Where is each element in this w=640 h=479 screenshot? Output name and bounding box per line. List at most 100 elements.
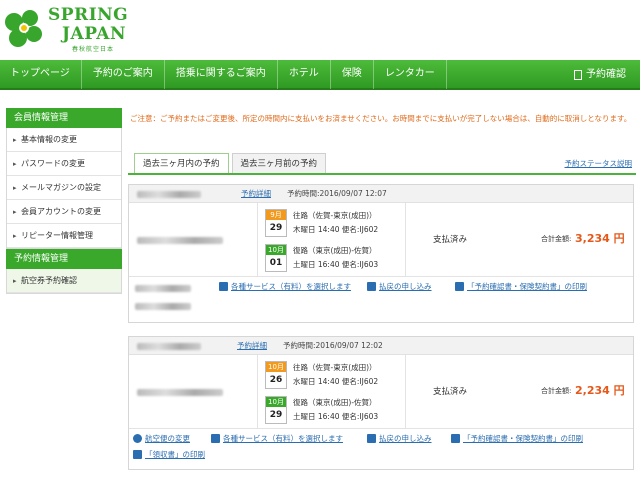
sidebar: 会員情報管理 基本情報の変更 パスワードの変更 メールマガジンの設定 会員アカウ… [6, 108, 122, 294]
redacted-booking-number [137, 343, 201, 350]
redacted-passenger-name [137, 237, 223, 244]
sidebar-item-password[interactable]: パスワードの変更 [7, 152, 121, 176]
total-label: 合計金額: [541, 387, 572, 395]
nav-item-hotel[interactable]: ホテル [278, 59, 331, 89]
outbound-month: 9月 [266, 210, 286, 220]
print-icon [455, 282, 464, 291]
print-receipt-label: 「領収書」の印刷 [145, 450, 205, 459]
outbound-time: 木曜日 14:40 便名:IJ602 [293, 225, 379, 234]
return-time: 土曜日 16:40 便名:IJ603 [293, 260, 379, 269]
refund-icon [367, 434, 376, 443]
sidebar-item-mail-magazine[interactable]: メールマガジンの設定 [7, 176, 121, 200]
print-confirmation-label: 「予約確認書・保険契約書」の印刷 [463, 434, 583, 443]
refund-icon [367, 282, 376, 291]
refund-request-label: 払戻の申し込み [379, 282, 432, 291]
print-confirmation-link[interactable]: 「予約確認書・保険契約書」の印刷 [451, 433, 583, 444]
booking-time: 予約時間:2016/09/07 12:02 [283, 341, 383, 350]
tab-within-three-months[interactable]: 過去三ヶ月内の予約 [134, 153, 229, 173]
return-flight: 10月 01 復路（東京(成田)-佐賀） 土曜日 16:40 便名:IJ603 [265, 244, 405, 274]
nav-item-insurance[interactable]: 保険 [331, 59, 374, 89]
sidebar-item-repeater[interactable]: リピーター情報管理 [7, 224, 121, 248]
outbound-flight: 9月 29 往路（佐賀-東京(成田)） 木曜日 14:40 便名:IJ602 [265, 209, 405, 239]
brand-name-line2: JAPAN [62, 24, 127, 44]
change-flight-icon [133, 434, 142, 443]
brand-wordmark[interactable]: SPRING JAPAN 春秋航空日本 [48, 5, 129, 54]
outbound-date-badge: 10月 26 [265, 361, 287, 389]
sidebar-item-ticket-confirm[interactable]: 航空券予約確認 [7, 269, 121, 293]
change-flight-link[interactable]: 航空便の変更 [133, 433, 190, 444]
change-flight-label: 航空便の変更 [145, 434, 190, 443]
return-flight: 10月 29 復路（東京(成田)-佐賀） 土曜日 16:40 便名:IJ603 [265, 396, 405, 426]
sidebar-booking-list: 航空券予約確認 [6, 269, 122, 294]
tab-before-three-months[interactable]: 過去三ヶ月前の予約 [231, 153, 327, 173]
outbound-flight: 10月 26 往路（佐賀-東京(成田)） 水曜日 14:40 便名:IJ602 [265, 361, 405, 391]
receipt-icon [133, 450, 142, 459]
outbound-date-badge: 9月 29 [265, 209, 287, 237]
select-services-link[interactable]: 各種サービス（有料）を選択します [211, 433, 343, 444]
booking-card-body: 9月 29 往路（佐賀-東京(成田)） 木曜日 14:40 便名:IJ602 1… [129, 203, 633, 277]
redacted-booking-number [137, 191, 201, 198]
select-services-label: 各種サービス（有料）を選択します [223, 434, 343, 443]
booking-card-body: 10月 26 往路（佐賀-東京(成田)） 水曜日 14:40 便名:IJ602 … [129, 355, 633, 429]
refund-request-link[interactable]: 払戻の申し込み [367, 281, 432, 292]
sidebar-item-basic-info[interactable]: 基本情報の変更 [7, 128, 121, 152]
select-services-label: 各種サービス（有料）を選択します [231, 282, 351, 291]
status-explanation-link[interactable]: 予約ステータス説明 [565, 158, 633, 169]
sidebar-item-account[interactable]: 会員アカウントの変更 [7, 200, 121, 224]
booking-detail-link[interactable]: 予約詳細 [237, 337, 267, 355]
sidebar-member-list: 基本情報の変更 パスワードの変更 メールマガジンの設定 会員アカウントの変更 リ… [6, 128, 122, 249]
payment-status: 支払済み [433, 235, 468, 245]
nav-booking-confirm[interactable]: 予約確認 [574, 60, 626, 90]
site-header: SPRING JAPAN 春秋航空日本 [0, 0, 640, 60]
print-receipt-link[interactable]: 「領収書」の印刷 [133, 449, 205, 460]
spring-japan-logo-icon[interactable] [0, 4, 46, 54]
sidebar-section-booking: 予約情報管理 [6, 249, 122, 269]
total-label: 合計金額: [541, 235, 572, 243]
booking-tabs: 過去三ヶ月内の予約 過去三ヶ月前の予約 [134, 153, 329, 173]
outbound-route: 往路（佐賀-東京(成田)） [293, 363, 377, 372]
return-date-badge: 10月 01 [265, 244, 287, 272]
nav-item-top[interactable]: トップページ [0, 59, 82, 89]
sidebar-section-member: 会員情報管理 [6, 108, 122, 128]
return-day: 01 [269, 258, 283, 268]
main-nav: トップページ 予約のご案内 搭乗に関するご案内 ホテル 保険 レンタカー 予約確… [0, 59, 640, 90]
brand-name-line1: SPRING [48, 5, 129, 25]
return-time: 土曜日 16:40 便名:IJ603 [293, 412, 379, 421]
payment-notice: ご注意：ご予約またはご変更後、所定の時間内に支払いをお済ませください。お時間まで… [130, 114, 632, 123]
nav-item-booking-guide[interactable]: 予約のご案内 [82, 59, 165, 89]
redacted-action [135, 285, 191, 292]
outbound-route: 往路（佐賀-東京(成田)） [293, 211, 377, 220]
select-services-link[interactable]: 各種サービス（有料）を選択します [219, 281, 351, 292]
booking-card-header: 予約詳細 予約時間:2016/09/07 12:07 [129, 185, 633, 203]
document-icon [574, 70, 582, 80]
tab-divider [128, 173, 636, 175]
booking-card: 予約詳細 予約時間:2016/09/07 12:02 10月 26 往路（佐賀-… [128, 336, 634, 470]
outbound-day: 29 [269, 223, 283, 233]
return-month: 10月 [266, 245, 286, 255]
print-icon [451, 434, 460, 443]
payment-status: 支払済み [433, 387, 468, 397]
refund-request-label: 払戻の申し込み [379, 434, 432, 443]
nav-item-rentacar[interactable]: レンタカー [374, 59, 447, 89]
booking-detail-link[interactable]: 予約詳細 [241, 185, 271, 203]
redacted-action [135, 303, 191, 310]
outbound-time: 水曜日 14:40 便名:IJ602 [293, 377, 379, 386]
nav-item-boarding-guide[interactable]: 搭乗に関するご案内 [165, 59, 278, 89]
outbound-day: 26 [269, 375, 283, 385]
return-day: 29 [269, 410, 283, 420]
booking-card: 予約詳細 予約時間:2016/09/07 12:07 9月 29 往路（佐賀-東… [128, 184, 634, 323]
return-date-badge: 10月 29 [265, 396, 287, 424]
refund-request-link[interactable]: 払戻の申し込み [367, 433, 432, 444]
print-confirmation-label: 「予約確認書・保険契約書」の印刷 [467, 282, 587, 291]
booking-card-header: 予約詳細 予約時間:2016/09/07 12:02 [129, 337, 633, 355]
return-month: 10月 [266, 397, 286, 407]
return-route: 復路（東京(成田)-佐賀） [293, 398, 377, 407]
booking-time: 予約時間:2016/09/07 12:07 [287, 189, 387, 198]
service-icon [211, 434, 220, 443]
service-icon [219, 282, 228, 291]
redacted-passenger-name [137, 389, 223, 396]
brand-subtitle: 春秋航空日本 [72, 46, 115, 53]
print-confirmation-link[interactable]: 「予約確認書・保険契約書」の印刷 [455, 281, 587, 292]
return-route: 復路（東京(成田)-佐賀） [293, 246, 377, 255]
nav-booking-confirm-label: 予約確認 [586, 69, 626, 80]
